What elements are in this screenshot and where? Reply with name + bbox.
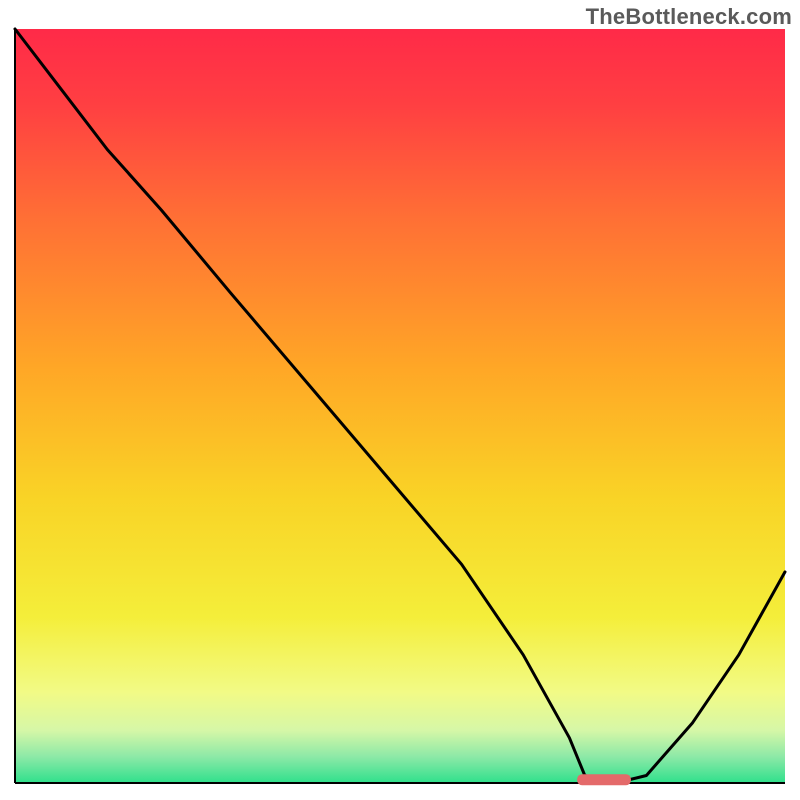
bottleneck-chart — [0, 0, 800, 800]
plot-background — [15, 29, 785, 783]
chart-container: TheBottleneck.com — [0, 0, 800, 800]
optimal-marker — [577, 774, 631, 785]
